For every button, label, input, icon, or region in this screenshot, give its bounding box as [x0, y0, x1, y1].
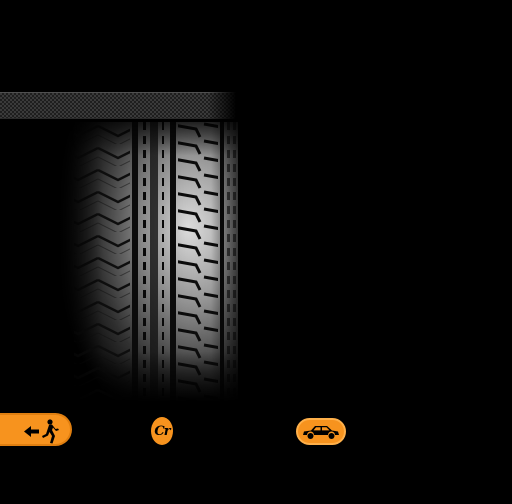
car-icon	[303, 426, 339, 439]
checkered-banner	[0, 92, 236, 119]
credits-label: Cr	[154, 423, 170, 439]
credits-button[interactable]: Cr	[151, 417, 173, 445]
game-screen: Cr	[0, 0, 512, 504]
car-button[interactable]	[296, 418, 346, 445]
exit-running-person-icon	[24, 419, 59, 444]
exit-button[interactable]	[0, 413, 72, 446]
tire-tread-image	[58, 122, 238, 402]
